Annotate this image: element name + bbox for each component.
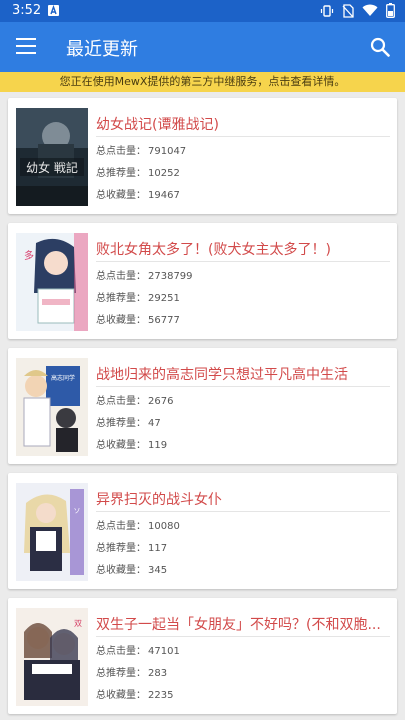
favorite-value: 345 bbox=[148, 565, 168, 576]
cover-image: 多 bbox=[16, 233, 88, 331]
status-time: 3:52 bbox=[12, 3, 42, 18]
recommend-count: 总推荐量： 29251 bbox=[96, 289, 180, 304]
recommend-label: 总推荐量： bbox=[96, 418, 146, 429]
novel-card[interactable]: 幼女 戦記 幼女战记(谭雅战记) 总点击量： 791047 总推荐量： 10252 … bbox=[8, 98, 397, 214]
svg-text:高志同学: 高志同学 bbox=[51, 374, 75, 382]
novel-title: 战地归来的高志同学只想过平凡高中生活 bbox=[96, 367, 348, 383]
click-count: 总点击量： 791047 bbox=[96, 142, 186, 157]
favorite-label: 总收藏量： bbox=[96, 565, 146, 576]
click-label: 总点击量： bbox=[96, 396, 146, 407]
battery-icon bbox=[386, 3, 395, 18]
novel-card[interactable]: ソ 异界扫灭的战斗女仆 总点击量： 10080 总推荐量： 117 总收藏量： 345 bbox=[8, 473, 397, 589]
menu-button[interactable] bbox=[16, 38, 36, 54]
novel-title: 败北女角太多了！(败犬女主太多了！) bbox=[96, 242, 331, 258]
click-value: 47101 bbox=[148, 646, 180, 657]
click-label: 总点击量： bbox=[96, 271, 146, 282]
divider bbox=[96, 261, 390, 262]
favorite-count: 总收藏量： 119 bbox=[96, 436, 167, 451]
search-icon[interactable] bbox=[369, 36, 391, 58]
svg-text:多: 多 bbox=[24, 249, 34, 262]
recommend-label: 总推荐量： bbox=[96, 293, 146, 304]
recommend-count: 总推荐量： 283 bbox=[96, 664, 167, 679]
favorite-label: 总收藏量： bbox=[96, 690, 146, 701]
novel-title: 幼女战记(谭雅战记) bbox=[96, 117, 219, 133]
cover-image: 幼女 戦記 bbox=[16, 108, 88, 206]
favorite-value: 56777 bbox=[148, 315, 180, 326]
favorite-count: 总收藏量： 19467 bbox=[96, 186, 180, 201]
novel-title: 异界扫灭的战斗女仆 bbox=[96, 492, 222, 508]
no-sim-icon bbox=[342, 3, 354, 18]
page-title: 最近更新 bbox=[66, 39, 138, 60]
svg-text:双: 双 bbox=[74, 619, 82, 628]
recommend-label: 总推荐量： bbox=[96, 543, 146, 554]
divider bbox=[96, 136, 390, 137]
click-label: 总点击量： bbox=[96, 646, 146, 657]
relay-notice-banner[interactable]: 您正在使用MewX提供的第三方中继服务，点击查看详情。 bbox=[0, 72, 405, 92]
divider bbox=[96, 636, 390, 637]
click-label: 总点击量： bbox=[96, 521, 146, 532]
recommend-value: 47 bbox=[148, 418, 161, 429]
favorite-label: 总收藏量： bbox=[96, 315, 146, 326]
divider bbox=[96, 511, 390, 512]
click-label: 总点击量： bbox=[96, 146, 146, 157]
recommend-count: 总推荐量： 117 bbox=[96, 539, 167, 554]
novel-title: 双生子一起当「女朋友」不好吗？(不和双胞... bbox=[96, 617, 381, 633]
cover-image: 高志同学 bbox=[16, 358, 88, 456]
click-value: 10080 bbox=[148, 521, 180, 532]
status-bar: 3:52 bbox=[0, 0, 405, 22]
favorite-label: 总收藏量： bbox=[96, 190, 146, 201]
click-count: 总点击量： 47101 bbox=[96, 642, 180, 657]
favorite-count: 总收藏量： 2235 bbox=[96, 686, 173, 701]
novel-card[interactable]: 多 败北女角太多了！(败犬女主太多了！) 总点击量： 2738799 总推荐量： 2… bbox=[8, 223, 397, 339]
favorite-count: 总收藏量： 56777 bbox=[96, 311, 180, 326]
favorite-value: 2235 bbox=[148, 690, 174, 701]
click-value: 2738799 bbox=[148, 271, 193, 282]
click-count: 总点击量： 2676 bbox=[96, 392, 173, 407]
vibrate-icon bbox=[320, 4, 334, 18]
cover-image: 双 bbox=[16, 608, 88, 706]
favorite-label: 总收藏量： bbox=[96, 440, 146, 451]
favorite-count: 总收藏量： 345 bbox=[96, 561, 167, 576]
cover-image: ソ bbox=[16, 483, 88, 581]
click-value: 791047 bbox=[148, 146, 187, 157]
recommend-value: 29251 bbox=[148, 293, 180, 304]
notification-a-icon bbox=[48, 5, 59, 16]
app-bar: 最近更新 bbox=[0, 22, 405, 72]
recommend-label: 总推荐量： bbox=[96, 668, 146, 679]
click-count: 总点击量： 10080 bbox=[96, 517, 180, 532]
recommend-value: 283 bbox=[148, 668, 168, 679]
favorite-value: 19467 bbox=[148, 190, 180, 201]
click-count: 总点击量： 2738799 bbox=[96, 267, 193, 282]
svg-text:幼女 戦記: 幼女 戦記 bbox=[26, 160, 78, 175]
wifi-icon bbox=[362, 4, 378, 17]
click-value: 2676 bbox=[148, 396, 174, 407]
recommend-count: 总推荐量： 10252 bbox=[96, 164, 180, 179]
divider bbox=[96, 386, 390, 387]
recommend-count: 总推荐量： 47 bbox=[96, 414, 161, 429]
novel-card[interactable]: 高志同学 战地归来的高志同学只想过平凡高中生活 总点击量： 2676 总推荐量： 4… bbox=[8, 348, 397, 464]
favorite-value: 119 bbox=[148, 440, 168, 451]
svg-text:ソ: ソ bbox=[74, 507, 81, 515]
recommend-label: 总推荐量： bbox=[96, 168, 146, 179]
recommend-value: 10252 bbox=[148, 168, 180, 179]
recommend-value: 117 bbox=[148, 543, 168, 554]
status-icons bbox=[320, 3, 395, 18]
novel-card[interactable]: 双 双生子一起当「女朋友」不好吗？(不和双胞... 总点击量： 47101 总推荐… bbox=[8, 598, 397, 714]
